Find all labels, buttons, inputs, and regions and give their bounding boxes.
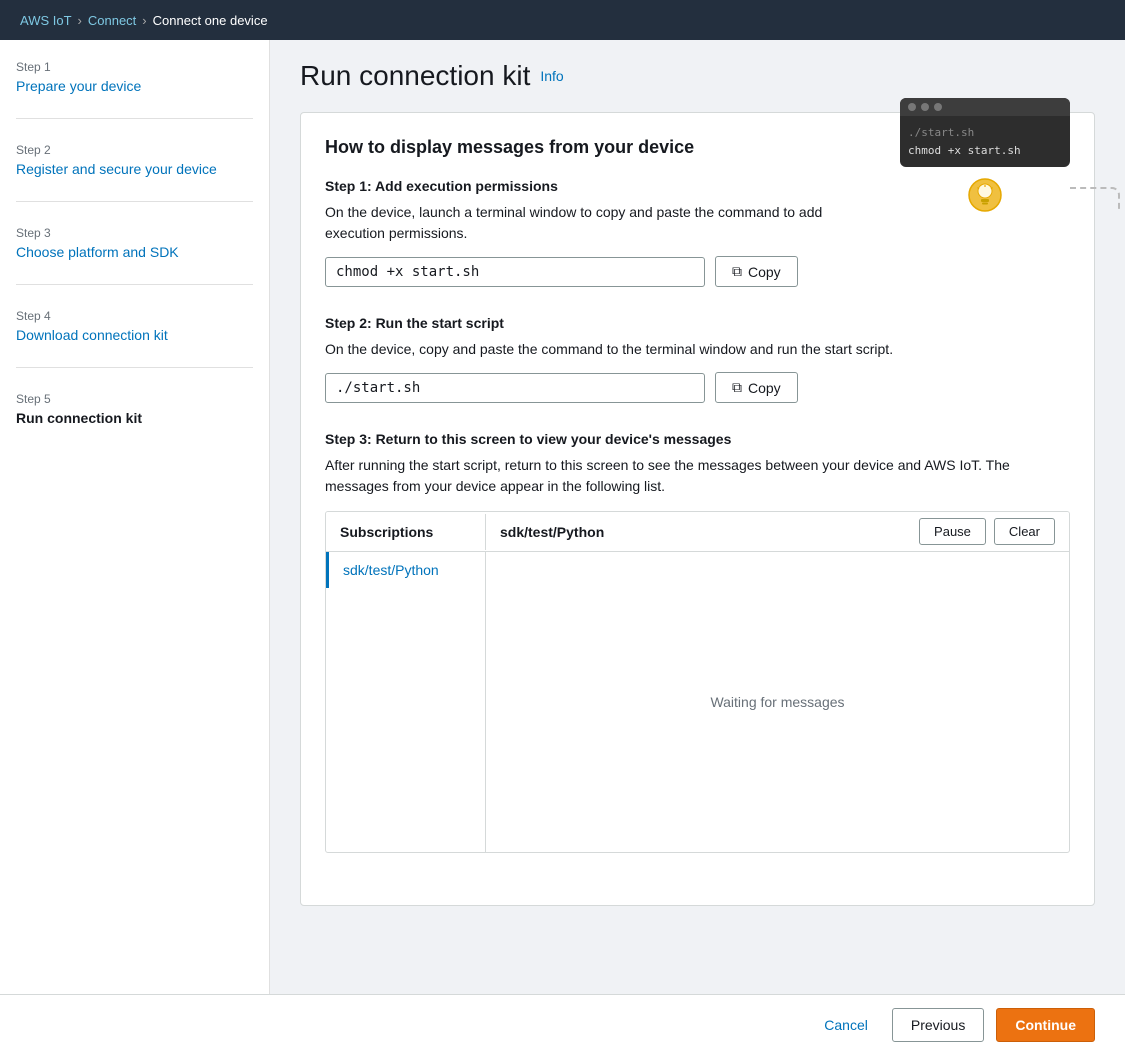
subscriptions-col-header: Subscriptions <box>326 514 486 550</box>
step3-label: Step 3 <box>16 226 253 240</box>
step3-instruction-desc: After running the start script, return t… <box>325 455 1070 497</box>
step4-label: Step 4 <box>16 309 253 323</box>
step2-instruction-desc: On the device, copy and paste the comman… <box>325 339 1070 360</box>
step1-link[interactable]: Prepare your device <box>16 78 141 94</box>
page-title: Run connection kit <box>300 60 530 92</box>
nav-connect[interactable]: Connect <box>88 13 136 28</box>
terminal-line-1: ./start.sh <box>908 124 1062 142</box>
terminal-titlebar <box>900 98 1070 116</box>
step2-link[interactable]: Register and secure your device <box>16 161 217 177</box>
sidebar-step-2: Step 2 Register and secure your device <box>16 143 253 202</box>
previous-button[interactable]: Previous <box>892 1008 984 1042</box>
copy-icon-2: ⧉ <box>732 379 742 396</box>
subscriptions-header: Subscriptions sdk/test/Python Pause Clea… <box>326 512 1069 552</box>
step4-link[interactable]: Download connection kit <box>16 327 168 343</box>
step3-link[interactable]: Choose platform and SDK <box>16 244 179 260</box>
step5-label: Step 5 <box>16 392 253 406</box>
waiting-message: Waiting for messages <box>710 694 844 710</box>
terminal-dot-1 <box>908 103 916 111</box>
top-nav: AWS IoT › Connect › Connect one device <box>0 0 1125 40</box>
step2-copy-button[interactable]: ⧉ Copy <box>715 372 798 403</box>
instruction-step-3: Step 3: Return to this screen to view yo… <box>325 431 1070 853</box>
nav-sep-2: › <box>142 13 146 28</box>
subscriptions-list: sdk/test/Python <box>326 552 486 852</box>
subscriptions-body: sdk/test/Python Waiting for messages <box>326 552 1069 852</box>
terminal-body: ./start.sh chmod +x start.sh <box>900 116 1070 167</box>
terminal-window: ./start.sh chmod +x start.sh <box>900 98 1070 167</box>
step1-command-input[interactable] <box>325 257 705 287</box>
step1-command-row: ⧉ Copy <box>325 256 1070 287</box>
messages-pane: Waiting for messages <box>486 552 1069 852</box>
instruction-step-1: ./start.sh chmod +x start.sh <box>325 178 1070 287</box>
page-title-area: Run connection kit Info <box>300 60 1095 92</box>
copy-icon-1: ⧉ <box>732 263 742 280</box>
step1-label: Step 1 <box>16 60 253 74</box>
nav-current: Connect one device <box>153 13 268 28</box>
main-content: Run connection kit Info How to display m… <box>270 40 1125 994</box>
terminal-illustration: ./start.sh chmod +x start.sh <box>900 98 1070 213</box>
clear-button[interactable]: Clear <box>994 518 1055 545</box>
footer: Cancel Previous Continue <box>0 994 1125 1054</box>
nav-sep-1: › <box>78 13 82 28</box>
terminal-line-2: chmod +x start.sh <box>908 142 1062 160</box>
info-link[interactable]: Info <box>540 68 563 84</box>
step3-instruction-title: Step 3: Return to this screen to view yo… <box>325 431 1070 447</box>
step2-label: Step 2 <box>16 143 253 157</box>
step2-copy-label: Copy <box>748 380 781 396</box>
step1-copy-button[interactable]: ⧉ Copy <box>715 256 798 287</box>
step2-instruction-title: Step 2: Run the start script <box>325 315 1070 331</box>
subscriptions-topic-header: sdk/test/Python <box>486 514 905 550</box>
pause-button[interactable]: Pause <box>919 518 986 545</box>
nav-aws-iot[interactable]: AWS IoT <box>20 13 72 28</box>
terminal-dot-3 <box>934 103 942 111</box>
terminal-dot-2 <box>921 103 929 111</box>
instruction-step-2: Step 2: Run the start script On the devi… <box>325 315 1070 403</box>
subscription-item[interactable]: sdk/test/Python <box>326 552 485 588</box>
sidebar: Step 1 Prepare your device Step 2 Regist… <box>0 40 270 994</box>
step5-link[interactable]: Run connection kit <box>16 410 142 426</box>
step1-copy-label: Copy <box>748 264 781 280</box>
subscriptions-actions: Pause Clear <box>905 512 1069 551</box>
main-card: How to display messages from your device… <box>300 112 1095 906</box>
sidebar-step-5: Step 5 Run connection kit <box>16 392 253 450</box>
sidebar-step-3: Step 3 Choose platform and SDK <box>16 226 253 285</box>
sidebar-step-4: Step 4 Download connection kit <box>16 309 253 368</box>
cancel-button[interactable]: Cancel <box>812 1009 880 1041</box>
step2-command-row: ⧉ Copy <box>325 372 1070 403</box>
subscriptions-panel: Subscriptions sdk/test/Python Pause Clea… <box>325 511 1070 853</box>
step2-command-input[interactable] <box>325 373 705 403</box>
continue-button[interactable]: Continue <box>996 1008 1095 1042</box>
sidebar-step-1: Step 1 Prepare your device <box>16 60 253 119</box>
lightbulb-icon <box>967 177 1003 213</box>
